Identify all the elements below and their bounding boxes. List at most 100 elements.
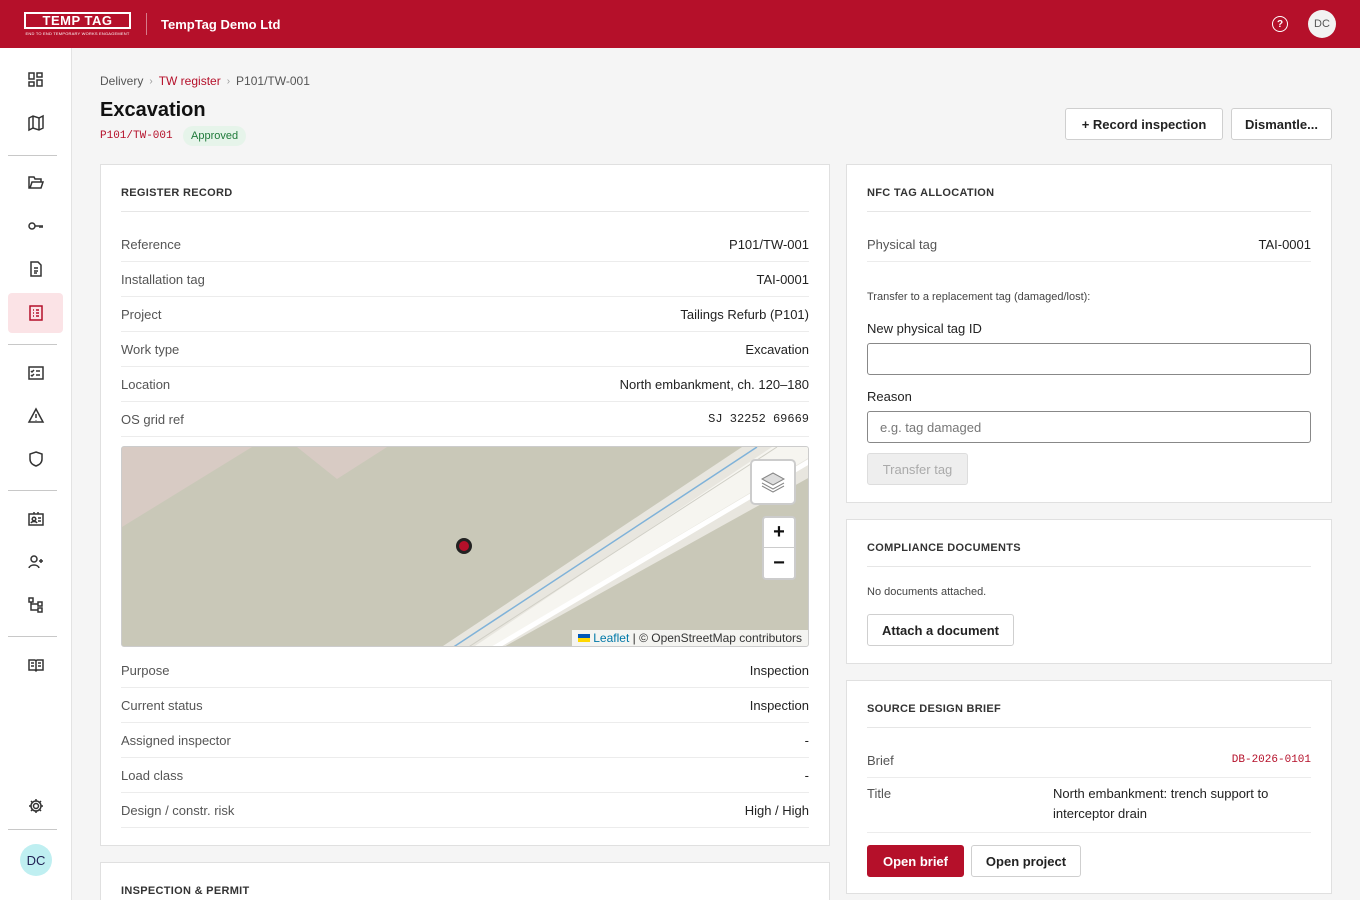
row-load-class: Load class - (121, 758, 809, 793)
row-label: Reference (121, 236, 181, 252)
source-design-brief-card: SOURCE DESIGN BRIEF Brief DB-2026-0101 T… (846, 680, 1332, 894)
location-map[interactable]: + − Leaflet | © OpenStreetMap contributo… (121, 446, 809, 647)
row-value: Tailings Refurb (P101) (680, 306, 809, 322)
record-inspection-button[interactable]: + Record inspection (1065, 108, 1223, 140)
row-label: Purpose (121, 662, 170, 678)
row-label: Current status (121, 697, 203, 713)
sidebar-item-add-user[interactable] (8, 542, 63, 582)
row-value: TAI-0001 (1258, 236, 1311, 252)
sidebar-user-avatar[interactable]: DC (20, 844, 52, 876)
row-purpose: Purpose Inspection (121, 653, 809, 688)
grid-icon (27, 72, 43, 87)
sidebar-divider (8, 636, 57, 637)
zoom-in-button[interactable]: + (764, 518, 794, 548)
sidebar-divider (8, 344, 57, 345)
breadcrumb-separator: › (149, 75, 153, 87)
sidebar-divider (8, 829, 57, 830)
row-value: TAI-0001 (756, 271, 809, 287)
card-divider (867, 566, 1311, 567)
map-attribution: Leaflet | © OpenStreetMap contributors (572, 630, 808, 646)
new-tag-input[interactable] (867, 343, 1311, 375)
user-avatar[interactable]: DC (1308, 10, 1336, 38)
transfer-instructions: Transfer to a replacement tag (damaged/l… (867, 291, 1091, 303)
row-value: North embankment, ch. 120–180 (619, 376, 809, 392)
row-value: SJ 32252 69669 (708, 412, 809, 426)
breadcrumb-tw-register[interactable]: TW register (159, 74, 221, 88)
sidebar-item-tags[interactable] (8, 206, 63, 246)
sidebar-item-hierarchy[interactable] (8, 585, 63, 625)
row-value: North embankment: trench support to inte… (1053, 786, 1269, 821)
open-brief-button[interactable]: Open brief (867, 845, 964, 877)
row-os-grid-ref: OS grid ref SJ 32252 69669 (121, 402, 809, 437)
row-installation-tag: Installation tag TAI-0001 (121, 262, 809, 297)
row-label: Location (121, 376, 171, 392)
no-documents-text: No documents attached. (867, 586, 987, 598)
card-divider (867, 727, 1311, 728)
sidebar-item-map[interactable] (8, 103, 63, 143)
row-assigned-inspector: Assigned inspector - (121, 723, 809, 758)
card-divider (867, 211, 1311, 212)
zoom-out-button[interactable]: − (764, 548, 794, 578)
sidebar-item-dashboard[interactable] (8, 60, 63, 100)
attribution-text: | © OpenStreetMap contributors (629, 631, 802, 645)
row-label: Physical tag (867, 236, 938, 252)
question-circle-icon[interactable]: ? (1272, 16, 1288, 32)
card-title: SOURCE DESIGN BRIEF (867, 703, 1002, 715)
leaflet-link[interactable]: Leaflet (593, 631, 629, 645)
row-value: Inspection (749, 662, 809, 678)
sidebar-item-people[interactable] (8, 499, 63, 539)
breadcrumb-separator: › (226, 75, 231, 87)
sidebar-item-compliance[interactable] (8, 439, 63, 479)
card-title: INSPECTION & PERMIT (121, 885, 250, 897)
checklist-icon (27, 366, 44, 380)
row-value: Excavation (745, 341, 809, 357)
sidebar-item-inspections[interactable] (8, 353, 63, 393)
book-icon (27, 659, 44, 673)
sidebar-item-register[interactable] (8, 293, 63, 333)
gear-icon (28, 799, 43, 813)
top-bar: TEMP TAG END TO END TEMPORARY WORKS ENGA… (0, 0, 1360, 48)
sidebar-item-guide[interactable] (8, 645, 63, 685)
warning-icon (27, 407, 44, 423)
attach-document-button[interactable]: Attach a document (867, 614, 1014, 646)
sidebar-item-documents[interactable] (8, 249, 63, 289)
logo-tagline: END TO END TEMPORARY WORKS ENGAGEMENT (25, 31, 130, 36)
sidebar-item-settings[interactable] (8, 786, 63, 826)
transfer-tag-button[interactable]: Transfer tag (867, 453, 968, 485)
row-value: - (804, 767, 809, 783)
row-label: Design / constr. risk (121, 802, 235, 818)
temptag-logo[interactable]: TEMP TAG END TO END TEMPORARY WORKS ENGA… (24, 12, 131, 36)
sidebar-divider (8, 155, 57, 156)
row-project: Project Tailings Refurb (P101) (121, 297, 809, 332)
organisation-name: TempTag Demo Ltd (161, 16, 281, 32)
sidebar-nav: DC (0, 48, 72, 900)
location-marker[interactable] (456, 538, 472, 554)
map-layers-button[interactable] (750, 459, 796, 505)
ukraine-flag-icon (578, 634, 591, 642)
page-title: Excavation (100, 99, 206, 121)
new-tag-label: New physical tag ID (867, 321, 982, 336)
breadcrumb-delivery[interactable]: Delivery (100, 74, 143, 88)
row-label: Assigned inspector (121, 732, 231, 748)
card-title: NFC TAG ALLOCATION (867, 187, 995, 199)
user-plus-icon (27, 555, 43, 569)
open-project-button[interactable]: Open project (971, 845, 1081, 877)
row-label: OS grid ref (121, 411, 184, 427)
folder-icon (27, 176, 44, 189)
row-value: High / High (744, 802, 809, 818)
nfc-tag-card: NFC TAG ALLOCATION Physical tag TAI-0001… (846, 164, 1332, 503)
row-physical-tag: Physical tag TAI-0001 (867, 227, 1311, 262)
sidebar-item-hazards[interactable] (8, 396, 63, 436)
inspection-permit-card: INSPECTION & PERMIT (100, 862, 830, 900)
breadcrumb-current: P101/TW-001 (236, 74, 310, 88)
sidebar-divider (8, 490, 57, 491)
brief-link[interactable]: DB-2026-0101 (1232, 754, 1311, 766)
reason-input[interactable] (867, 411, 1311, 443)
row-label: Installation tag (121, 271, 205, 287)
dismantle-button[interactable]: Dismantle... (1231, 108, 1332, 140)
sidebar-item-projects[interactable] (8, 163, 63, 203)
row-reference: Reference P101/TW-001 (121, 227, 809, 262)
topbar-divider (146, 13, 147, 35)
row-current-status: Current status Inspection (121, 688, 809, 723)
hierarchy-icon (27, 597, 43, 613)
